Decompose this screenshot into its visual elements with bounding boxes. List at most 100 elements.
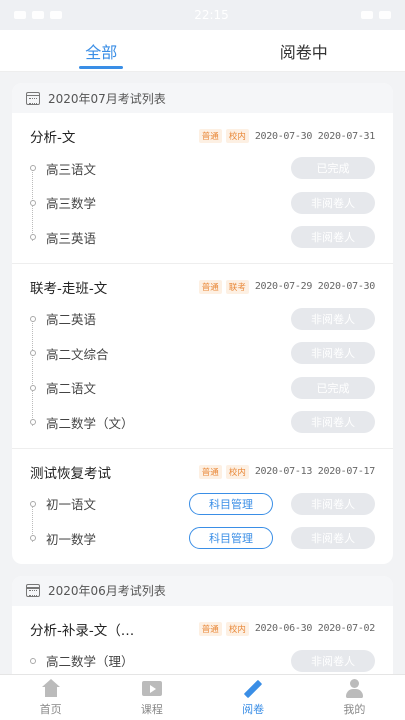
status-button[interactable]: 非阅卷人 <box>291 527 375 550</box>
exam-head: 分析-文 普通 校内 2020-07-30 2020-07-31 <box>30 125 375 147</box>
exam-title[interactable]: 测试恢复考试 <box>30 462 195 482</box>
tab-grading[interactable]: 阅卷中 <box>203 30 405 71</box>
status-button[interactable]: 非阅卷人 <box>291 492 375 515</box>
home-icon <box>40 678 62 699</box>
exam-item: 分析-文 普通 校内 2020-07-30 2020-07-31 高三语文 已完成… <box>12 113 393 264</box>
exam-title[interactable]: 联考-走班-文 <box>30 277 195 297</box>
nav-mine[interactable]: 我的 <box>304 675 405 720</box>
status-button[interactable]: 非阅卷人 <box>291 226 375 249</box>
exam-head: 联考-走班-文 普通 联考 2020-07-29 2020-07-30 <box>30 276 375 298</box>
month-group: 2020年07月考试列表 分析-文 普通 校内 2020-07-30 2020-… <box>12 83 393 564</box>
subject-row: 高二语文 已完成 <box>30 371 375 406</box>
subject-manage-button[interactable]: 科目管理 <box>189 527 273 550</box>
subject-row: 初一数学 科目管理 非阅卷人 <box>30 521 375 556</box>
status-bar: 22:15 <box>0 0 405 30</box>
exam-start-date: 2020-07-13 <box>254 466 313 477</box>
subject-name: 高二英语 <box>46 312 97 328</box>
subject-name: 高三英语 <box>46 230 97 246</box>
status-time: 22:15 <box>194 8 229 22</box>
status-button[interactable]: 非阅卷人 <box>291 191 375 214</box>
nav-home-label: 首页 <box>39 702 62 716</box>
calendar-icon <box>26 91 40 105</box>
status-button[interactable]: 非阅卷人 <box>291 342 375 365</box>
subject-row: 高三英语 非阅卷人 <box>30 220 375 255</box>
subject-list: 初一语文 科目管理 非阅卷人 初一数学 科目管理 非阅卷人 <box>30 487 375 556</box>
nav-grading-label: 阅卷 <box>242 702 265 716</box>
subject-row: 高二文综合 非阅卷人 <box>30 336 375 371</box>
subject-name: 高三语文 <box>46 161 97 177</box>
battery-icon <box>379 11 391 19</box>
subject-list: 高二英语 非阅卷人 高二文综合 非阅卷人 高二语文 已完成 高二数学（文） 非阅卷人 <box>30 302 375 440</box>
bullet-icon <box>30 199 36 206</box>
signal-icon <box>14 11 26 19</box>
exam-end-date: 2020-07-30 <box>317 281 376 292</box>
subject-row: 高二英语 非阅卷人 <box>30 302 375 337</box>
exam-type-tag: 普通 <box>198 464 222 479</box>
nav-course-label: 课程 <box>140 702 163 716</box>
status-button[interactable]: 非阅卷人 <box>291 307 375 330</box>
subject-list: 高三语文 已完成 高三数学 非阅卷人 高三英语 非阅卷人 <box>30 151 375 255</box>
subject-row: 高二数学（文） 非阅卷人 <box>30 405 375 440</box>
subject-row: 高三语文 已完成 <box>30 151 375 186</box>
bullet-icon <box>30 384 36 391</box>
subject-name: 高二文综合 <box>46 346 109 362</box>
tab-all[interactable]: 全部 <box>0 30 203 71</box>
exam-item: 测试恢复考试 普通 校内 2020-07-13 2020-07-17 初一语文科… <box>12 449 393 564</box>
bullet-icon <box>30 419 36 426</box>
subject-row: 高三数学 非阅卷人 <box>30 186 375 221</box>
month-header: 2020年06月考试列表 <box>12 575 393 606</box>
month-header: 2020年07月考试列表 <box>12 83 393 113</box>
user-icon <box>343 678 365 699</box>
status-button[interactable]: 已完成 <box>291 376 375 399</box>
exam-list[interactable]: 2020年07月考试列表 分析-文 普通 校内 2020-07-30 2020-… <box>0 73 405 674</box>
exam-item: 联考-走班-文 普通 联考 2020-07-29 2020-07-30 高二英语… <box>12 264 393 449</box>
bullet-icon <box>30 500 36 507</box>
bullet-icon <box>30 234 36 241</box>
bullet-icon <box>30 657 36 664</box>
exam-end-date: 2020-07-02 <box>317 623 376 634</box>
month-header-label: 2020年07月考试列表 <box>48 91 166 106</box>
nav-home[interactable]: 首页 <box>0 675 101 720</box>
exam-head: 测试恢复考试 普通 校内 2020-07-13 2020-07-17 <box>30 461 375 483</box>
bullet-icon <box>30 165 36 172</box>
calendar-icon <box>26 584 40 597</box>
nfc-icon <box>361 11 373 19</box>
subject-name: 高二数学（理） <box>46 654 134 670</box>
status-button[interactable]: 非阅卷人 <box>291 411 375 434</box>
month-group: 2020年06月考试列表 分析-补录-文（… 普通 校内 2020-06-30 … <box>12 575 393 675</box>
bottom-nav: 首页 课程 阅卷 我的 <box>0 674 405 720</box>
bullet-icon <box>30 535 36 542</box>
subject-name: 高二数学（文） <box>46 415 134 431</box>
sim-icon <box>32 11 44 19</box>
subject-name: 初一语文 <box>46 497 97 513</box>
pen-icon <box>242 679 264 699</box>
exam-title[interactable]: 分析-补录-文（… <box>30 619 195 639</box>
status-button[interactable]: 非阅卷人 <box>291 649 375 672</box>
nav-course[interactable]: 课程 <box>101 675 202 720</box>
exam-end-date: 2020-07-17 <box>317 466 376 477</box>
exam-title[interactable]: 分析-文 <box>30 126 195 146</box>
status-icons-right <box>361 11 391 19</box>
nav-grading[interactable]: 阅卷 <box>203 675 304 720</box>
status-button[interactable]: 已完成 <box>291 157 375 180</box>
subject-row: 初一语文 科目管理 非阅卷人 <box>30 487 375 522</box>
subject-name: 初一数学 <box>46 531 97 547</box>
exam-item: 分析-补录-文（… 普通 校内 2020-06-30 2020-07-02 高二… <box>12 606 393 675</box>
exam-scope-tag: 校内 <box>225 129 249 143</box>
exam-dates: 2020-07-30 2020-07-31 <box>255 131 375 142</box>
subject-manage-button[interactable]: 科目管理 <box>189 492 273 515</box>
subject-row: 高二数学（理） 非阅卷人 <box>30 644 375 675</box>
bullet-icon <box>30 315 36 322</box>
exam-dates: 2020-07-13 2020-07-17 <box>255 466 375 477</box>
status-icons-left <box>14 11 62 19</box>
exam-end-date: 2020-07-31 <box>317 130 376 142</box>
exam-scope-tag: 校内 <box>225 464 249 479</box>
month-header-label: 2020年06月考试列表 <box>48 584 166 598</box>
exam-start-date: 2020-07-30 <box>254 130 313 142</box>
exam-dates: 2020-07-29 2020-07-30 <box>255 281 375 292</box>
exam-type-tag: 普通 <box>198 621 222 636</box>
exam-head: 分析-补录-文（… 普通 校内 2020-06-30 2020-07-02 <box>30 618 375 640</box>
exam-start-date: 2020-06-30 <box>254 623 313 634</box>
subject-name: 高二语文 <box>46 381 97 397</box>
exam-scope-tag: 校内 <box>225 621 249 636</box>
